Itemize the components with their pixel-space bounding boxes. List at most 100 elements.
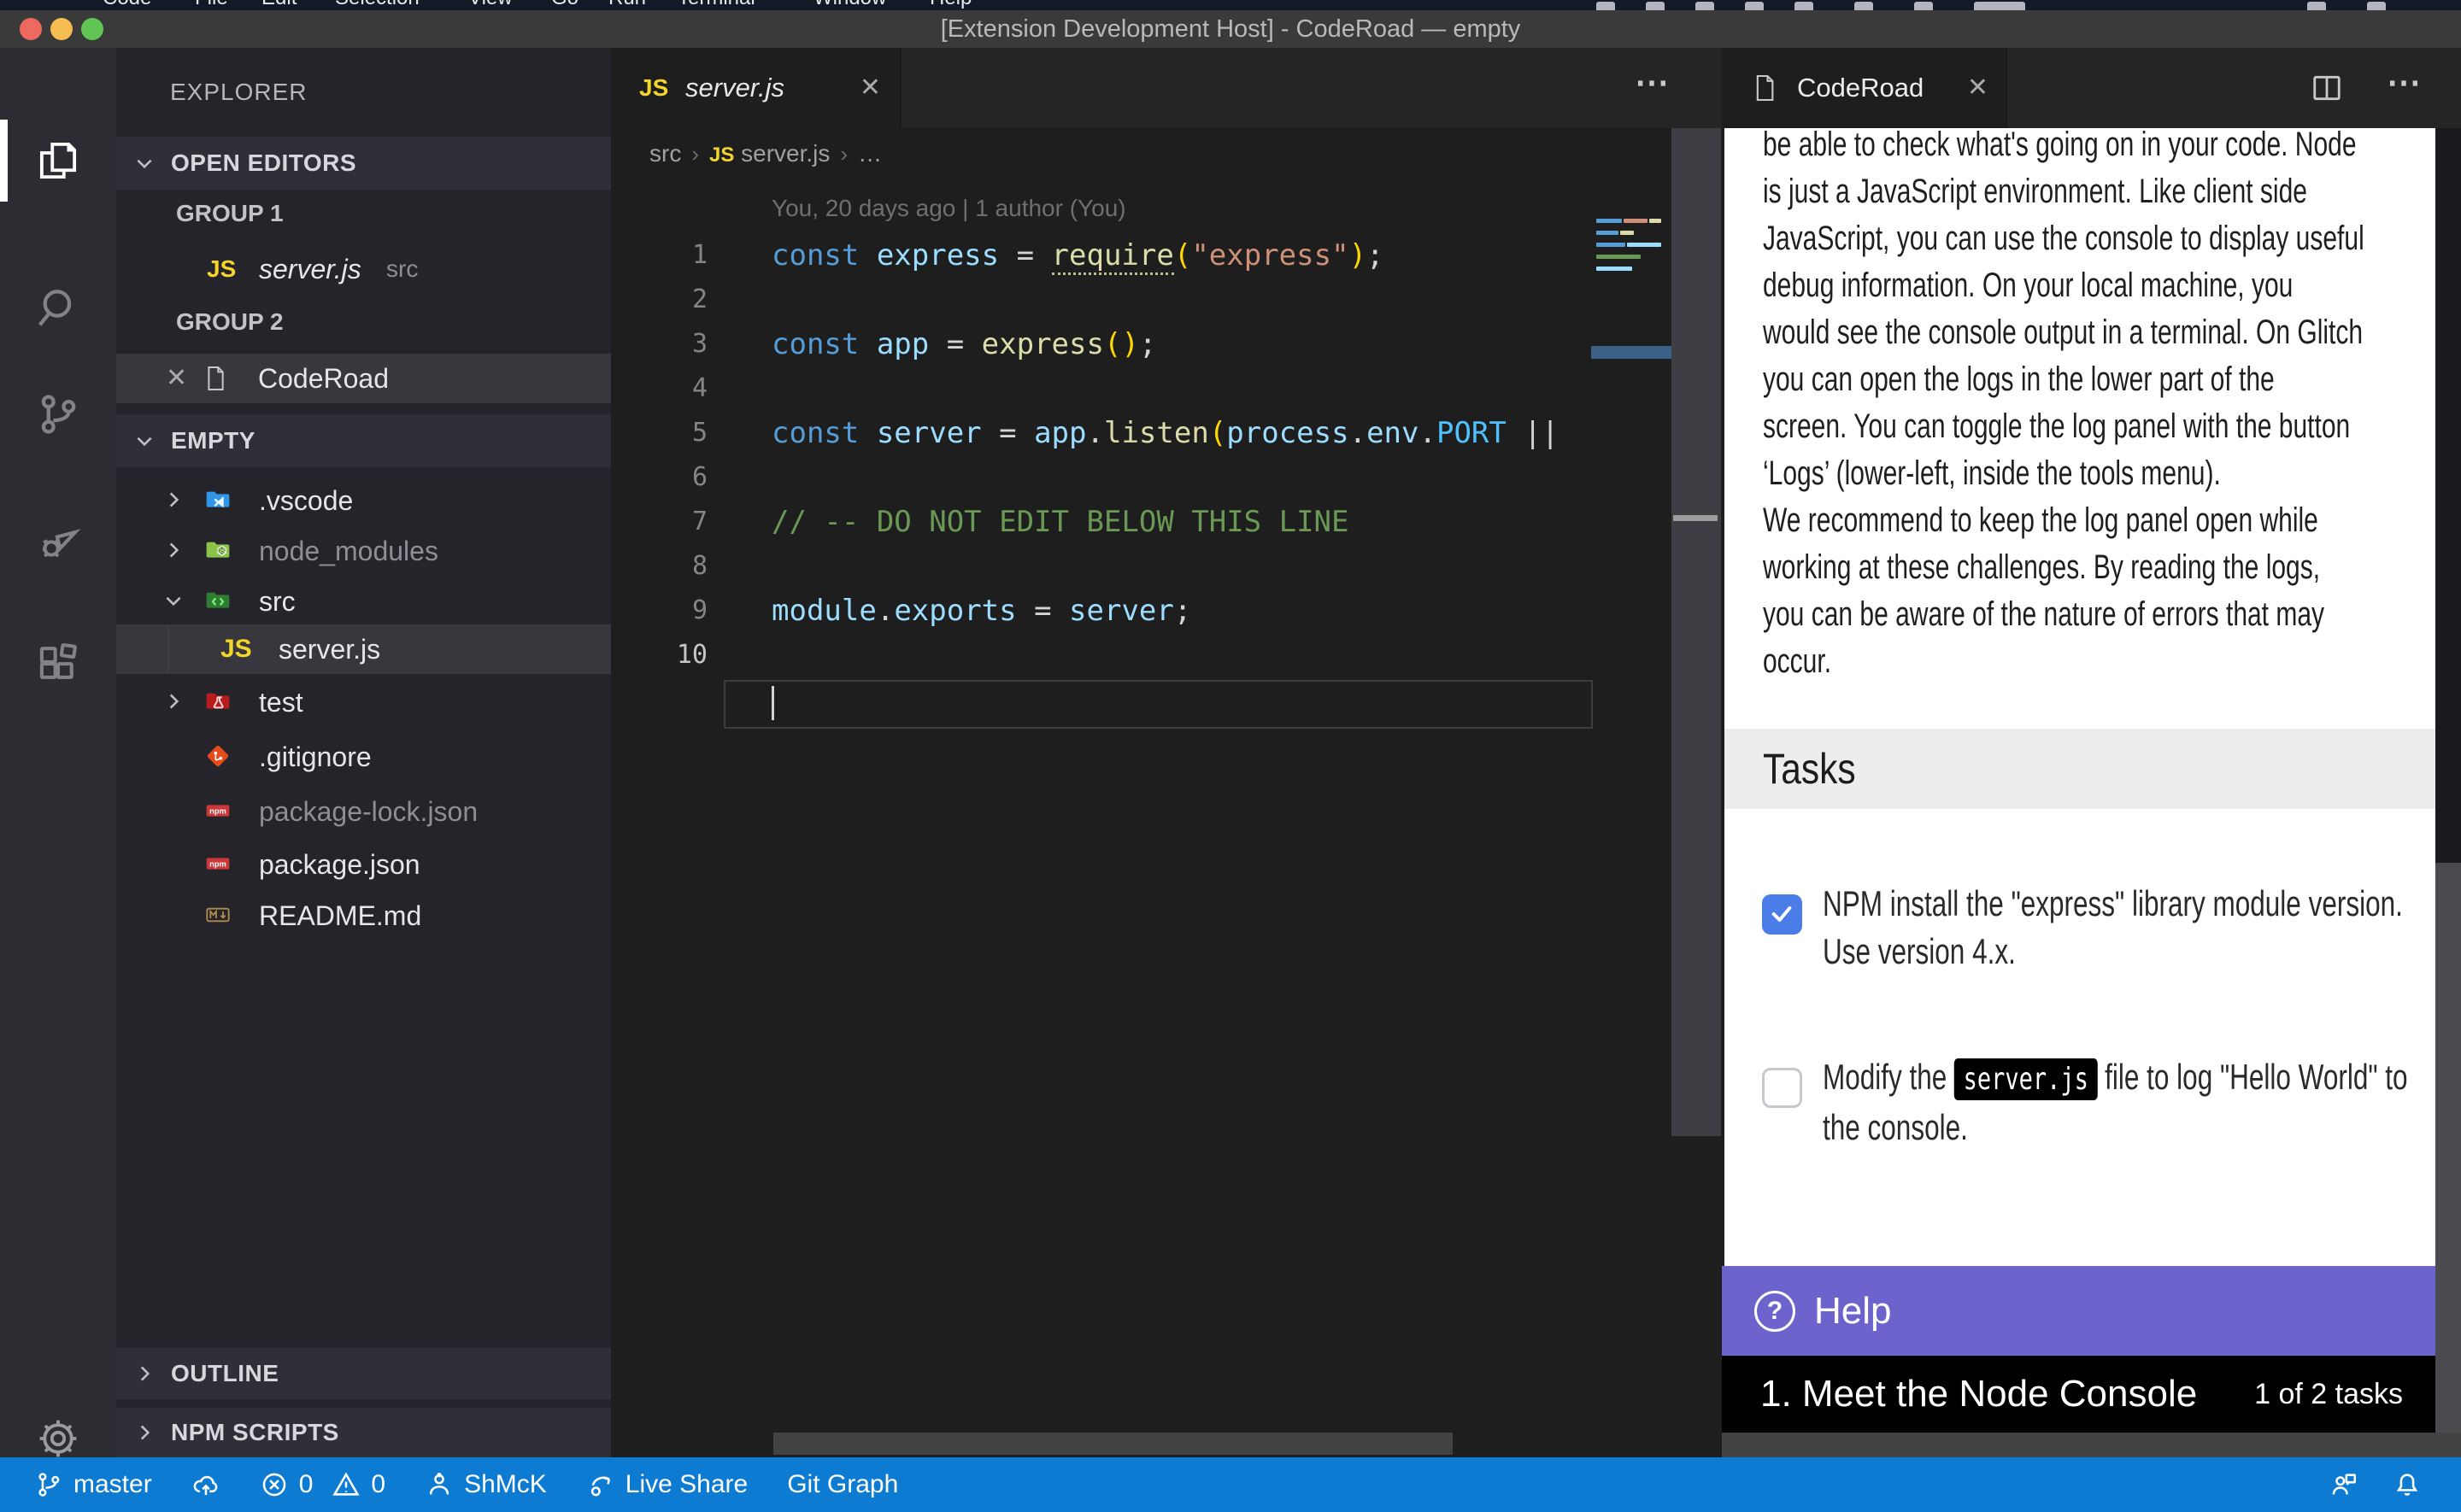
code-text: module.exports = server;	[772, 589, 1191, 633]
code-line-6[interactable]: 6	[611, 455, 1591, 500]
line-number: 6	[611, 455, 708, 500]
outline-section-header[interactable]: OUTLINE	[116, 1348, 611, 1399]
minimap-slider[interactable]	[1591, 346, 1671, 359]
split-editor-icon[interactable]	[2310, 72, 2344, 104]
coderoad-panel: CodeRoad ✕ ⋯ be able to check what's goi…	[1722, 48, 2461, 1457]
menubar-status-icon	[1854, 2, 1873, 10]
open-editors-header[interactable]: OPEN EDITORS	[116, 137, 611, 190]
menu-item[interactable]: File	[195, 0, 228, 10]
explorer-icon[interactable]	[0, 120, 116, 202]
run-debug-icon[interactable]	[0, 500, 116, 582]
menu-item[interactable]: Code	[103, 0, 151, 10]
tab-serverjs[interactable]: JS server.js ✕	[611, 48, 902, 128]
indent-guide	[167, 624, 169, 674]
editor-actions-icon[interactable]: ⋯	[2387, 63, 2424, 103]
code-line-1[interactable]: 1const express = require("express");	[611, 233, 1591, 278]
problems-status[interactable]: 0 0	[260, 1470, 385, 1499]
help-bar[interactable]: ? Help	[1722, 1266, 2435, 1356]
titlebar[interactable]: [Extension Development Host] - CodeRoad …	[0, 10, 2461, 49]
tree-item-package-json[interactable]: npmpackage.json	[116, 840, 611, 889]
menu-item[interactable]: Run	[608, 0, 646, 10]
editor-tab-bar: JS server.js ✕ ⋯	[611, 48, 1722, 128]
tree-item--gitignore[interactable]: .gitignore	[116, 732, 611, 782]
sync-changes-button[interactable]	[191, 1470, 220, 1499]
open-editor-coderoad[interactable]: ✕ CodeRoad	[116, 354, 611, 403]
code-line-5[interactable]: 5 const server = app.listen(process.env.P…	[611, 411, 1591, 455]
live-share-button[interactable]: Live Share	[586, 1470, 748, 1499]
code-line-9[interactable]: 9 module.exports = server;	[611, 589, 1591, 633]
chevron-down-icon	[162, 589, 185, 616]
minimap[interactable]	[1591, 185, 1671, 441]
git-branch-status[interactable]: master	[34, 1470, 152, 1499]
close-tab-icon[interactable]: ✕	[860, 48, 881, 128]
menu-item[interactable]: Terminal	[678, 0, 755, 10]
task-progress: 1 of 2 tasks	[2254, 1356, 2403, 1433]
tab-coderoad[interactable]: CodeRoad ✕	[1722, 48, 2007, 128]
code-line-7[interactable]: 7// -- DO NOT EDIT BELOW THIS LINE	[611, 500, 1591, 544]
close-icon[interactable]: ✕	[166, 354, 187, 403]
tree-item-test[interactable]: test	[116, 677, 611, 727]
code-line-4[interactable]: 4	[611, 366, 1591, 411]
tree-item-server-js[interactable]: JSserver.js	[116, 624, 611, 674]
code-line-2[interactable]: 2	[611, 278, 1591, 322]
tree-item-readme-md[interactable]: README.md	[116, 891, 611, 941]
tree-item-node-modules[interactable]: JSnode_modules	[116, 526, 611, 576]
svg-text:JS: JS	[218, 548, 226, 555]
breadcrumb[interactable]: src›JS server.js›…	[649, 128, 882, 179]
vertical-scrollbar[interactable]	[1671, 128, 1721, 1136]
lesson-title: 1. Meet the Node Console	[1760, 1356, 2197, 1433]
menubar-status-icon	[1745, 2, 1764, 10]
notifications-button[interactable]	[2393, 1470, 2422, 1499]
test-file-icon	[202, 688, 234, 719]
code-text: const server = app.listen(process.env.PO…	[772, 411, 1559, 455]
account-status[interactable]: ShMcK	[425, 1470, 547, 1499]
npm-file-icon: npm	[202, 850, 234, 882]
lesson-text: be able to check what's going on in your…	[1763, 128, 2435, 685]
editor-actions-icon[interactable]: ⋯	[1635, 63, 1672, 103]
npm-scripts-section-header[interactable]: NPM SCRIPTS	[116, 1408, 611, 1457]
editor-group: JS server.js ✕ ⋯ src›JS server.js›… You,…	[611, 48, 1722, 1457]
feedback-button[interactable]	[2329, 1470, 2358, 1499]
lesson-footer-bar[interactable]: 1. Meet the Node Console 1 of 2 tasks	[1722, 1356, 2435, 1433]
code-line-8[interactable]: 8	[611, 544, 1591, 589]
editor-group-2-label: GROUP 2	[176, 308, 284, 336]
horizontal-scrollbar[interactable]	[773, 1433, 1453, 1455]
tree-item-src[interactable]: src	[116, 577, 611, 626]
source-control-icon[interactable]	[0, 373, 116, 455]
code-line-3[interactable]: 3const app = express();	[611, 322, 1591, 366]
explorer-sidebar: EXPLORER OPEN EDITORS GROUP 1 JS server.…	[116, 48, 613, 1457]
task1-checkbox-checked[interactable]	[1762, 894, 1802, 935]
tree-item--vscode[interactable]: .vscode	[116, 476, 611, 525]
macos-menubar[interactable]: Code File Edit Selection View Go Run Ter…	[0, 0, 2461, 10]
project-section-header[interactable]: EMPTY	[116, 414, 611, 467]
menu-item[interactable]: Go	[551, 0, 579, 10]
task2-checkbox-unchecked[interactable]	[1762, 1068, 1802, 1108]
menubar-status-icon	[2307, 2, 2326, 10]
svg-text:npm: npm	[209, 807, 226, 816]
extensions-icon[interactable]	[0, 622, 116, 704]
close-tab-icon[interactable]: ✕	[1967, 48, 1988, 128]
code-line-10[interactable]: 10	[611, 633, 1591, 677]
menu-item[interactable]: Help	[930, 0, 972, 10]
menu-item[interactable]: Selection	[335, 0, 420, 10]
line-number: 1	[611, 233, 708, 278]
tree-item-package-lock-json[interactable]: npm package-lock.json	[116, 787, 611, 836]
line-number: 4	[611, 366, 708, 411]
open-editor-serverjs[interactable]: JS server.js src	[116, 244, 611, 294]
coderoad-tab-bar: CodeRoad ✕ ⋯	[1722, 48, 2461, 128]
file-name: src	[259, 577, 296, 626]
panel-bottom-strip	[1722, 1433, 2461, 1457]
menu-item[interactable]: Window	[813, 0, 886, 10]
file-name: package-lock.json	[259, 787, 478, 836]
menu-item[interactable]: Edit	[261, 0, 297, 10]
line-number: 5	[611, 411, 708, 455]
search-icon[interactable]	[0, 267, 116, 349]
webview-scrollbar[interactable]	[2435, 128, 2461, 1433]
md-file-icon	[202, 901, 234, 933]
error-icon	[260, 1470, 289, 1499]
line-number: 2	[611, 278, 708, 322]
menu-item[interactable]: View	[468, 0, 513, 10]
task2-text: Modify the server.js file to log "Hello …	[1823, 1053, 2435, 1152]
line-number: 9	[611, 589, 708, 633]
git-graph-button[interactable]: Git Graph	[787, 1470, 898, 1499]
